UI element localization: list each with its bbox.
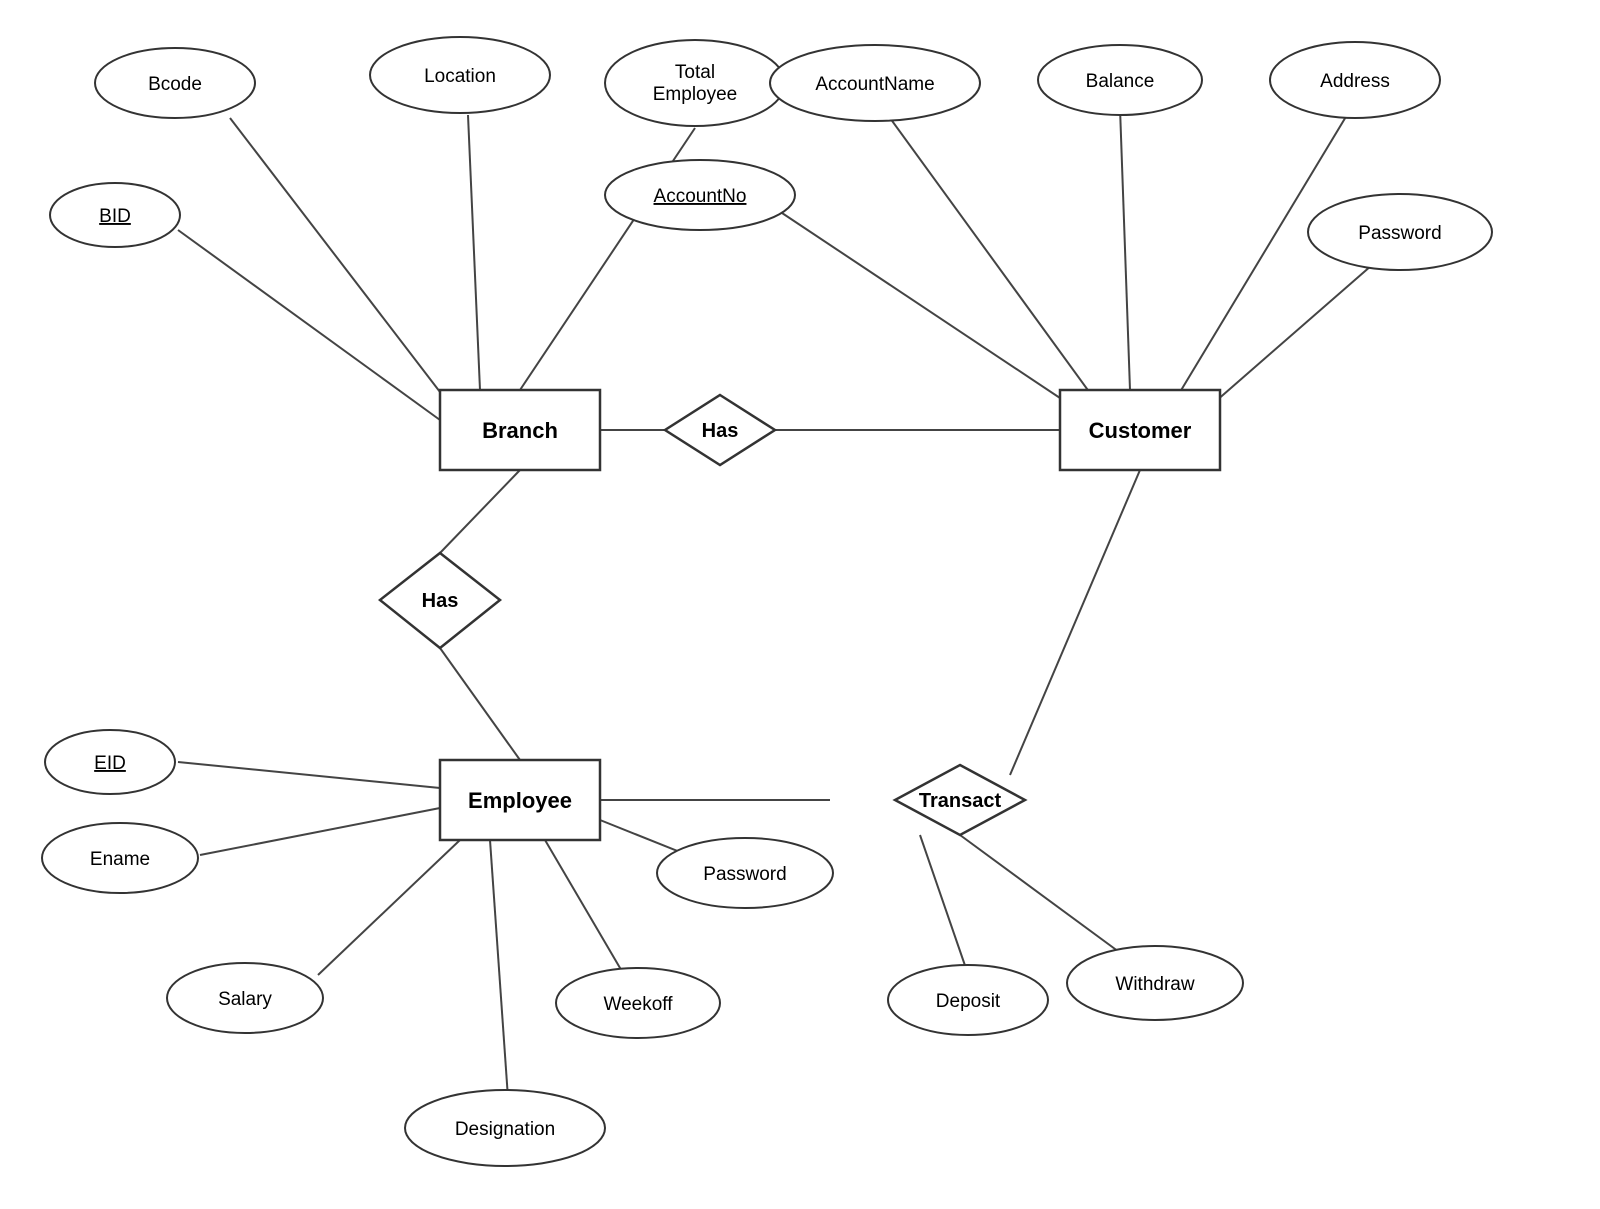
address-label: Address [1320,71,1390,92]
balance-label: Balance [1086,71,1155,92]
employee-label: Employee [468,788,572,813]
location-label: Location [424,66,496,87]
password-employee-label: Password [703,864,786,885]
accountname-label: AccountName [815,74,934,95]
total-employee-label: Total [675,62,715,83]
password-customer-label: Password [1358,223,1441,244]
accountno-label: AccountNo [654,186,747,207]
weekoff-label: Weekoff [603,994,673,1015]
eid-label: EID [94,753,126,774]
withdraw-label: Withdraw [1115,974,1194,995]
transact-label: Transact [919,790,1002,812]
has-branch-customer-label: Has [702,420,739,442]
total-employee-label2: Employee [653,84,738,105]
bcode-label: Bcode [148,74,202,95]
salary-label: Salary [218,989,272,1010]
bid-label: BID [99,206,131,227]
has-branch-employee-label: Has [422,590,459,612]
deposit-label: Deposit [936,991,1001,1012]
customer-label: Customer [1089,418,1192,443]
branch-label: Branch [482,418,558,443]
ename-label: Ename [90,849,150,870]
total-employee-attr [605,40,785,126]
designation-label: Designation [455,1119,555,1140]
